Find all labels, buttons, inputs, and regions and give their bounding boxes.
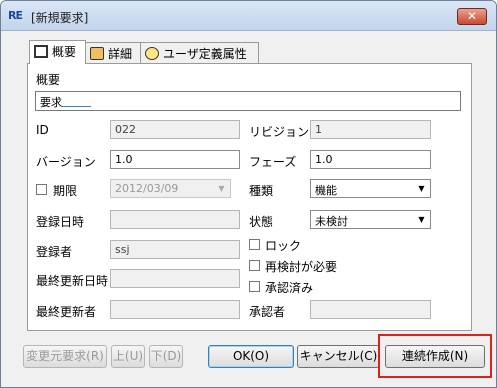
created-label: 登録日時	[36, 215, 85, 229]
approved-checkbox[interactable]	[249, 281, 260, 292]
revision-field: 1	[310, 120, 431, 139]
version-input[interactable]: 1.0	[110, 150, 240, 169]
phase-label: フェーズ	[249, 155, 297, 169]
move-up-button[interactable]: 上(U)	[111, 345, 145, 368]
app-logo-icon: RE	[8, 9, 23, 22]
id-field: 022	[110, 120, 240, 139]
version-label: バージョン	[36, 155, 96, 169]
lock-label: ロック	[265, 239, 302, 253]
type-label: 種類	[249, 184, 274, 198]
text-caret-underline	[61, 106, 91, 107]
tab-detail[interactable]: 詳細	[85, 42, 141, 63]
window-title: [新規要求]	[31, 11, 89, 25]
title-bar: RE [新規要求] ✕	[1, 1, 496, 31]
move-down-button[interactable]: 下(D)	[149, 345, 183, 368]
approver-label: 承認者	[249, 305, 286, 319]
cancel-button[interactable]: キャンセル(C)	[297, 345, 380, 368]
tab-summary[interactable]: 概要	[29, 40, 86, 64]
deadline-label: 期限	[53, 184, 78, 198]
type-value: 機能	[315, 184, 337, 197]
ok-button[interactable]: OK(O)	[208, 345, 294, 368]
updater-label: 最終更新者	[36, 305, 97, 319]
settings-icon	[145, 47, 159, 60]
detail-icon	[90, 47, 104, 60]
updated-label: 最終更新日時	[36, 274, 109, 288]
phase-input[interactable]: 1.0	[310, 150, 431, 169]
updated-field	[110, 269, 240, 288]
approver-field	[310, 300, 431, 319]
summary-icon	[34, 45, 48, 58]
status-label: 状態	[249, 215, 274, 229]
tab-summary-label: 概要	[52, 45, 77, 59]
tab-user-attributes-label: ユーザ定義属性	[163, 47, 247, 61]
registrant-field: ssj	[110, 240, 240, 259]
chevron-down-icon[interactable]: ▼	[414, 212, 429, 227]
dialog-window: RE [新規要求] ✕ 概要 詳細 ユーザ定義属性 概要 要求 ID 022 リ…	[0, 0, 497, 388]
recheck-label: 再検討が必要	[265, 260, 338, 274]
summary-input[interactable]: 要求	[35, 91, 461, 111]
tab-user-attributes[interactable]: ユーザ定義属性	[140, 42, 259, 63]
highlight-box	[378, 334, 492, 378]
status-value: 未検討	[315, 215, 348, 228]
registrant-label: 登録者	[36, 245, 73, 259]
revision-label: リビジョン	[249, 125, 310, 139]
chevron-down-icon: ▼	[218, 184, 225, 193]
approved-label: 承認済み	[265, 281, 314, 295]
deadline-value: 2012/03/09	[115, 182, 179, 195]
summary-label: 概要	[36, 73, 61, 87]
deadline-date-picker: 2012/03/09 ▼	[110, 179, 231, 198]
tab-detail-label: 詳細	[108, 47, 133, 61]
status-select[interactable]: 未検討 ▼	[310, 210, 431, 229]
deadline-checkbox[interactable]	[36, 184, 47, 195]
type-select[interactable]: 機能 ▼	[310, 179, 431, 198]
id-label: ID	[36, 123, 49, 137]
source-requirement-button[interactable]: 変更元要求(R)	[23, 345, 107, 368]
chevron-down-icon[interactable]: ▼	[414, 181, 429, 196]
updater-field	[110, 300, 240, 319]
lock-checkbox[interactable]	[249, 239, 260, 250]
close-button[interactable]: ✕	[457, 8, 487, 25]
recheck-checkbox[interactable]	[249, 260, 260, 271]
created-field	[110, 210, 240, 229]
